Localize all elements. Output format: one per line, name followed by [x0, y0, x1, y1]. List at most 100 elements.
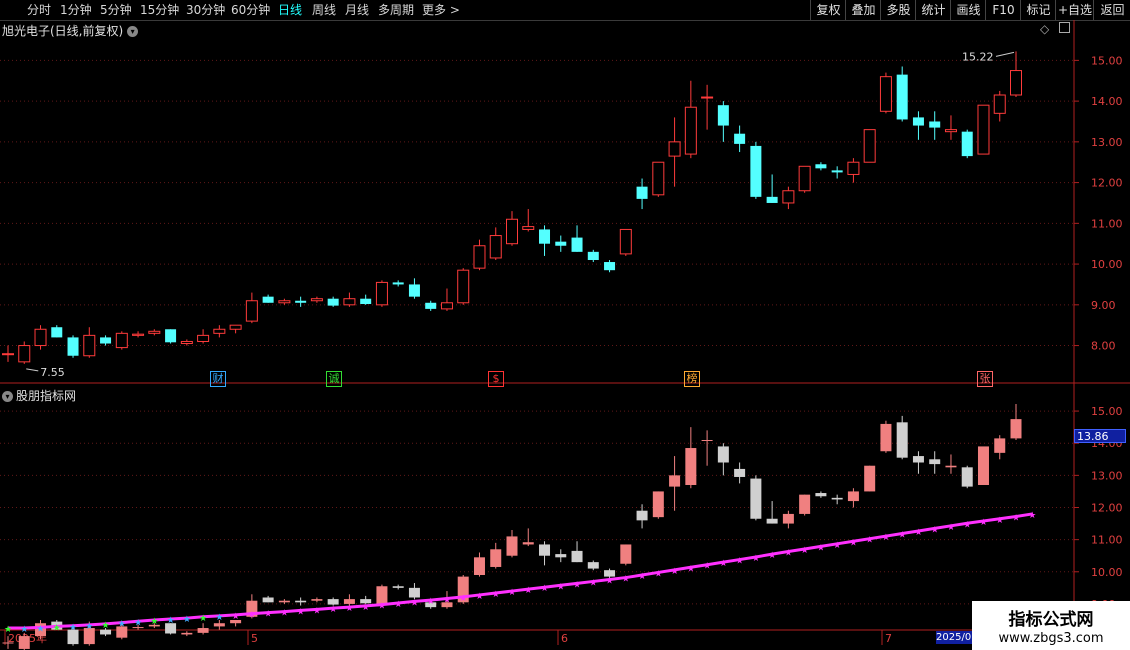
- event-label: 财: [212, 372, 224, 385]
- sub-candle-body: [977, 446, 989, 485]
- y-tick-label: 15.00: [1091, 405, 1123, 418]
- candle-body: [815, 164, 827, 169]
- sub-candle-body: [750, 478, 762, 519]
- event-integrity[interactable]: 诚: [326, 371, 342, 387]
- watermark: 指标公式网 www.zbgs3.com: [972, 601, 1130, 650]
- ma-marker: ★: [248, 611, 256, 621]
- high-arrow: [995, 51, 1015, 57]
- y-tick-label: 10.00: [1091, 258, 1123, 271]
- y-tick-label: 10.00: [1091, 566, 1123, 579]
- indicator-title: 股朋指标网: [16, 389, 77, 403]
- sub-candle-body: [815, 493, 827, 497]
- candle-body: [213, 328, 226, 334]
- candle-body: [961, 131, 973, 157]
- candle-body: [750, 145, 762, 197]
- sub-candle-body: [311, 599, 323, 601]
- ma-marker: ★: [475, 592, 483, 602]
- candle-body: [506, 218, 518, 245]
- ma-marker: ★: [492, 590, 500, 600]
- candle-body: [555, 241, 567, 246]
- candle-body: [571, 237, 583, 252]
- time-label: 7: [885, 632, 892, 645]
- sub-candle-body: [994, 438, 1006, 453]
- y-tick-label: 15.00: [1091, 54, 1123, 67]
- window-toggle-icon[interactable]: [1059, 22, 1070, 33]
- time-label: 6: [561, 632, 568, 645]
- sub-candle-body: [896, 422, 908, 458]
- candle-body: [619, 228, 632, 255]
- ma-marker: ★: [4, 625, 12, 635]
- sub-candle-body: [197, 628, 209, 633]
- ma-marker: ★: [199, 614, 207, 624]
- ma-marker: ★: [931, 525, 939, 535]
- ma-marker: ★: [102, 621, 110, 631]
- candle-body: [83, 334, 96, 357]
- candle-body: [766, 196, 778, 203]
- candle-body: [327, 298, 339, 306]
- candle-body: [539, 229, 551, 244]
- chevron-down-icon[interactable]: ▾: [2, 391, 13, 402]
- ma-marker: ★: [784, 549, 792, 559]
- sub-candle-body: [392, 586, 404, 588]
- candle-body: [668, 141, 681, 157]
- event-ranking[interactable]: 榜: [684, 371, 700, 387]
- ma-marker: ★: [687, 564, 695, 574]
- low-arrow: [26, 368, 39, 372]
- ma-marker: ★: [443, 595, 451, 605]
- sub-candle-body: [847, 491, 859, 502]
- ma-marker: ★: [37, 624, 45, 634]
- sub-candle-body: [587, 562, 599, 569]
- candle-body: [262, 296, 274, 303]
- event-finance[interactable]: 财: [210, 371, 226, 387]
- ma-marker: ★: [427, 597, 435, 607]
- y-tick-label: 14.00: [1091, 95, 1123, 108]
- sub-candle-body: [831, 497, 843, 500]
- candle-body: [132, 333, 145, 336]
- sub-candle-body: [522, 542, 534, 545]
- ma-marker: ★: [768, 551, 776, 561]
- ma-marker: ★: [833, 541, 841, 551]
- candle-body: [636, 186, 648, 199]
- candle-body: [457, 269, 470, 304]
- event-label: 张: [979, 372, 991, 385]
- event-dollar[interactable]: $: [488, 371, 504, 387]
- chevron-down-icon[interactable]: ▾: [127, 26, 139, 37]
- sub-candle-body: [18, 636, 30, 649]
- ma-marker: ★: [232, 612, 240, 622]
- ma-marker: ★: [134, 618, 142, 628]
- sub-candle-body: [782, 513, 794, 524]
- sub-panel-title[interactable]: ▾ 股朋指标网: [2, 387, 76, 404]
- ma-marker: ★: [85, 622, 93, 632]
- candle-body: [684, 106, 697, 155]
- y-tick-label: 13.00: [1091, 469, 1123, 482]
- main-panel-title[interactable]: 旭光电子(日线,前复权) ▾: [2, 22, 139, 39]
- ma-marker: ★: [264, 610, 272, 620]
- sub-candle-body: [636, 510, 648, 521]
- sub-candle-body: [799, 494, 811, 514]
- diamond-icon[interactable]: ◇: [1040, 22, 1049, 36]
- sub-candle-body: [701, 440, 713, 441]
- y-tick-label: 13.00: [1091, 136, 1123, 149]
- sub-candle-body: [620, 544, 632, 564]
- candle-body: [295, 300, 307, 303]
- ma-marker: ★: [557, 582, 565, 592]
- kline-chart[interactable]: 15.00 14.00 13.00 12.00 11.00 10.00 9.00 8.00 15…: [0, 0, 1130, 650]
- ma-marker: ★: [410, 598, 418, 608]
- event-rise[interactable]: 张: [977, 371, 993, 387]
- sub-candle-body: [766, 518, 778, 524]
- sub-candle-body: [685, 448, 697, 485]
- candle-body: [115, 332, 128, 349]
- ma-marker: ★: [362, 603, 370, 613]
- ma-marker: ★: [459, 594, 467, 604]
- ma-marker: ★: [378, 602, 386, 612]
- ma-marker: ★: [866, 536, 874, 546]
- candle-body: [782, 190, 795, 204]
- sub-candle-body: [213, 623, 225, 627]
- ma-marker: ★: [849, 538, 857, 548]
- high-label: 15.22: [962, 50, 994, 63]
- candle-body: [944, 129, 957, 133]
- ma-marker: ★: [801, 546, 809, 556]
- candle-body: [165, 329, 177, 343]
- sub-candle-body: [408, 587, 420, 598]
- candle-body: [879, 76, 892, 112]
